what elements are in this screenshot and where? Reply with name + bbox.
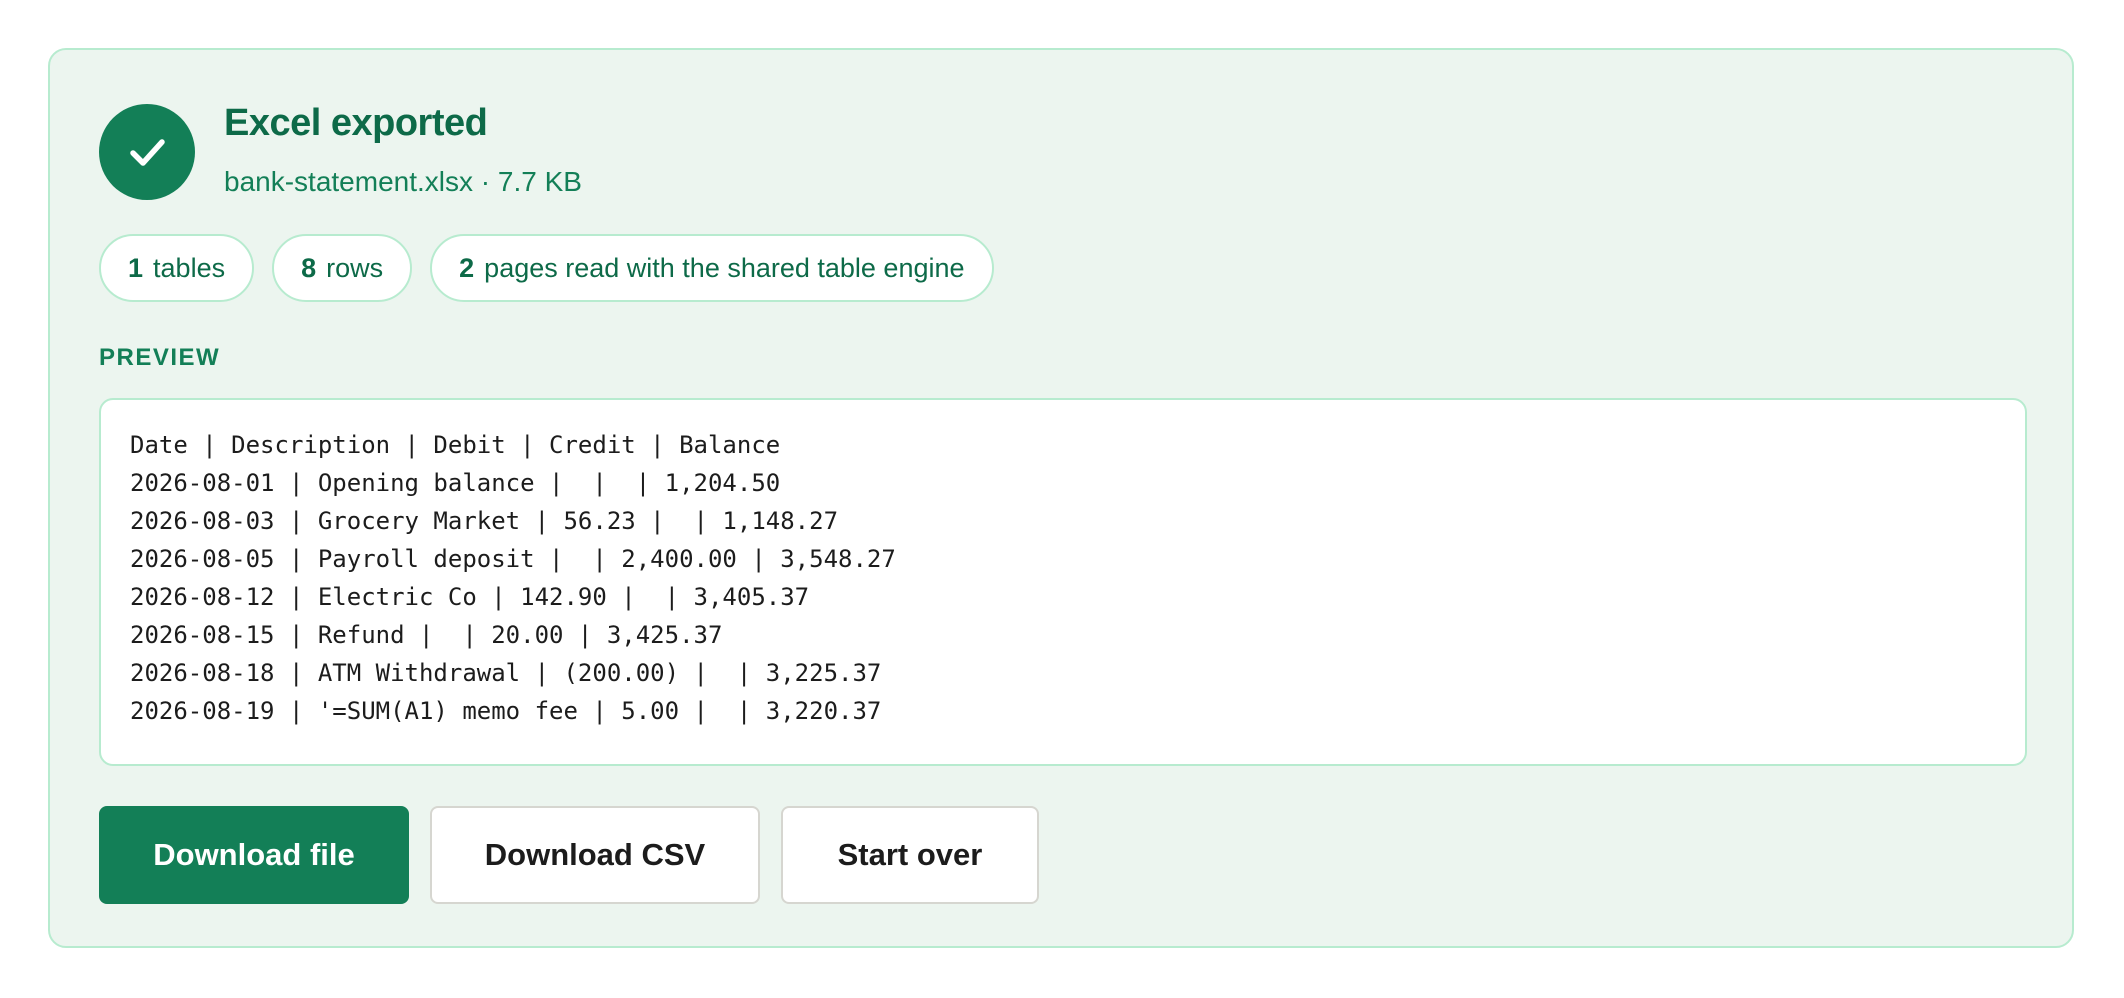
preview-label: PREVIEW xyxy=(99,344,221,371)
stat-pages-value: 2 xyxy=(459,252,475,283)
preview-line: 2026-08-12 | Electric Co | 142.90 | | 3,… xyxy=(130,583,810,611)
export-result-card: Excel exported bank-statement.xlsx · 7.7… xyxy=(48,48,2074,948)
preview-line: 2026-08-01 | Opening balance | | | 1,204… xyxy=(130,469,781,497)
stat-rows-value: 8 xyxy=(301,252,317,283)
stat-rows-label: rows xyxy=(326,252,384,283)
start-over-button[interactable]: Start over xyxy=(781,806,1039,904)
preview-line: 2026-08-18 | ATM Withdrawal | (200.00) |… xyxy=(130,659,882,687)
stat-tables: 1 tables xyxy=(99,234,255,302)
export-title: Excel exported xyxy=(224,102,488,144)
stat-rows: 8 rows xyxy=(272,234,413,302)
stats-pills: 1 tables 8 rows 2 pages read with the sh… xyxy=(99,234,994,302)
preview-header-line: Date | Description | Debit | Credit | Ba… xyxy=(130,431,781,459)
stat-tables-label: tables xyxy=(153,252,226,283)
preview-line: 2026-08-15 | Refund | | 20.00 | 3,425.37 xyxy=(130,621,723,649)
stat-pages: 2 pages read with the shared table engin… xyxy=(430,234,994,302)
action-buttons: Download file Download CSV Start over xyxy=(99,806,1039,904)
preview-box[interactable]: Date | Description | Debit | Credit | Ba… xyxy=(99,398,2027,766)
check-icon xyxy=(99,104,195,200)
file-info: bank-statement.xlsx · 7.7 KB xyxy=(224,166,582,197)
preview-line: 2026-08-03 | Grocery Market | 56.23 | | … xyxy=(130,507,839,535)
preview-line: 2026-08-05 | Payroll deposit | | 2,400.0… xyxy=(130,545,896,573)
preview-line: 2026-08-19 | '=SUM(A1) memo fee | 5.00 |… xyxy=(130,697,882,725)
stat-tables-value: 1 xyxy=(128,252,144,283)
download-file-button[interactable]: Download file xyxy=(99,806,409,904)
download-csv-button[interactable]: Download CSV xyxy=(430,806,760,904)
stat-pages-label: pages read with the shared table engine xyxy=(484,252,965,283)
